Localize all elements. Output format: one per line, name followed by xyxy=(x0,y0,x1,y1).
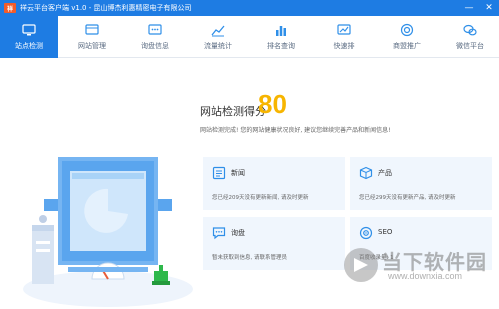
nav-label: 微信平台 xyxy=(456,42,484,50)
fast-rank-icon xyxy=(337,24,351,35)
nav-item-site-check[interactable]: 站点检测 xyxy=(0,16,58,58)
nav-item-ranking[interactable]: 排名查询 xyxy=(252,16,310,58)
nav-label: 快速排 xyxy=(333,42,355,50)
nav-item-traffic[interactable]: 流量统计 xyxy=(189,16,247,58)
nav-item-wechat[interactable]: 微信平台 xyxy=(441,16,499,58)
nav-label: 网站管理 xyxy=(78,42,106,50)
close-button[interactable]: ✕ xyxy=(483,2,495,14)
nav-label: 商盟推广 xyxy=(393,42,421,50)
nav-label: 询盘信息 xyxy=(141,42,169,50)
website-manage-icon xyxy=(85,24,99,35)
site-check-panel: 网站检测得分 80 网站检测完成! 您的网站健康状况良好, 建议您继续完善产品和… xyxy=(0,59,499,309)
watermark-logo-icon xyxy=(344,248,378,282)
card-description: 暂未获取到信息, 请联系管理员 xyxy=(212,255,287,261)
card-title: 新闻 xyxy=(231,169,245,177)
nav-label: 站点检测 xyxy=(15,42,43,50)
card-title: SEO xyxy=(378,228,393,236)
nav-item-promotion[interactable]: 商盟推广 xyxy=(378,16,436,58)
app-logo: 祥 xyxy=(4,3,16,13)
window-controls: — ✕ xyxy=(463,2,495,14)
chat-bubble-icon xyxy=(212,227,226,240)
card-description: 您已经299天没有更新产品, 请及时更新 xyxy=(359,195,456,201)
news-icon xyxy=(212,166,226,180)
nav-item-website-manage[interactable]: 网站管理 xyxy=(63,16,121,58)
product-card[interactable]: 产品 您已经299天没有更新产品, 请及时更新 xyxy=(350,157,492,210)
score-title: 网站检测得分 xyxy=(200,105,266,118)
title-bar: 祥 祥云平台客户端 v1.0 - 昆山博杰利惠精密电子有限公司 — ✕ xyxy=(0,0,499,16)
watermark: 当下软件园 www.downxia.com xyxy=(342,244,486,289)
inquiry-card[interactable]: 询盘 暂未获取到信息, 请联系管理员 xyxy=(203,217,345,270)
monitor-icon xyxy=(22,24,36,36)
nav-label: 流量统计 xyxy=(204,42,232,50)
seo-target-icon xyxy=(359,226,373,240)
card-title: 产品 xyxy=(378,169,392,177)
ranking-icon xyxy=(276,26,286,36)
window-title: 祥云平台客户端 v1.0 - 昆山博杰利惠精密电子有限公司 xyxy=(20,4,192,12)
traffic-chart-icon xyxy=(211,25,225,37)
monitor-illustration xyxy=(23,157,193,307)
wechat-icon xyxy=(463,24,477,36)
nav-label: 排名查询 xyxy=(267,42,295,50)
news-card[interactable]: 新闻 您已经209天没有更新新闻, 请及时更新 xyxy=(203,157,345,210)
watermark-url: www.downxia.com xyxy=(388,271,463,281)
promotion-icon xyxy=(400,23,414,37)
minimize-button[interactable]: — xyxy=(463,2,475,14)
card-title: 询盘 xyxy=(231,229,245,237)
product-box-icon xyxy=(359,166,373,180)
main-nav: 站点检测 网站管理 询盘信息 流量统计 排名查询 快速排 商盟推广 微信平台 xyxy=(0,16,499,58)
score-value: 80 xyxy=(258,89,287,119)
nav-item-fast-rank[interactable]: 快速排 xyxy=(315,16,373,58)
card-description: 您已经209天没有更新新闻, 请及时更新 xyxy=(212,195,309,201)
nav-item-inquiry[interactable]: 询盘信息 xyxy=(126,16,184,58)
inquiry-icon xyxy=(148,24,162,35)
score-description: 网站检测完成! 您的网站健康状况良好, 建议您继续完善产品和新闻信息! xyxy=(200,127,391,134)
